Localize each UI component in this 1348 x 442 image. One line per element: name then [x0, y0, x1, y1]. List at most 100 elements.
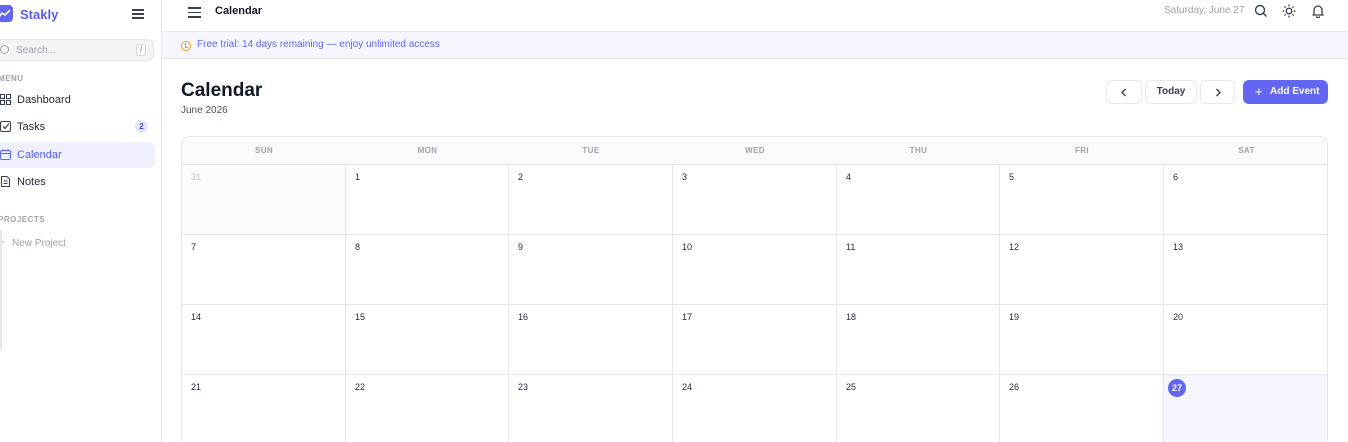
day-number: 5 — [1009, 172, 1015, 182]
day-number: 13 — [1173, 242, 1184, 252]
add-event-button[interactable]: + Add Event — [1243, 80, 1328, 104]
chevron-right-icon — [1215, 88, 1221, 97]
sidebar-toggle-icon[interactable] — [132, 9, 144, 19]
logo-icon — [0, 5, 13, 22]
day-number: 27 — [1168, 379, 1186, 397]
day-number: 24 — [682, 382, 693, 392]
search-shortcut: / — [136, 44, 146, 56]
day-number: 21 — [191, 382, 202, 392]
day-cell[interactable]: 12 — [1000, 235, 1164, 305]
tasks-count-badge: 2 — [135, 120, 148, 133]
projects-section-label: PROJECTS — [0, 215, 46, 224]
day-cell[interactable]: 13 — [1164, 235, 1327, 305]
day-cell[interactable]: 24 — [673, 375, 837, 442]
day-number: 9 — [518, 242, 524, 252]
sidebar-item-notes[interactable]: Notes — [0, 169, 155, 195]
day-number: 23 — [518, 382, 529, 392]
day-cell[interactable]: 19 — [1000, 305, 1164, 375]
brand-name[interactable]: Stakly — [20, 7, 58, 22]
notes-icon — [1, 176, 10, 187]
day-number: 10 — [682, 242, 693, 252]
current-month: June 2026 — [181, 105, 228, 116]
menu-icon[interactable] — [188, 7, 201, 18]
clock-icon — [181, 41, 191, 51]
day-number: 31 — [191, 172, 202, 182]
day-cell[interactable]: 4 — [837, 165, 1000, 235]
day-cell[interactable]: 22 — [346, 375, 509, 442]
day-cell[interactable]: 1 — [346, 165, 509, 235]
day-cell[interactable]: 10 — [673, 235, 837, 305]
search-placeholder: Search... — [16, 45, 57, 56]
search-input[interactable]: Search... / — [0, 39, 154, 61]
day-number: 2 — [518, 172, 524, 182]
day-number: 20 — [1173, 312, 1184, 322]
day-cell[interactable]: 26 — [1000, 375, 1164, 442]
day-cell[interactable]: 9 — [509, 235, 673, 305]
weekday-mon: MON — [417, 146, 438, 155]
previous-month-button[interactable] — [1106, 80, 1142, 104]
sidebar-item-label: Calendar — [17, 149, 62, 161]
sidebar-item-tasks[interactable]: Tasks 2 — [0, 114, 155, 140]
plus-icon: + — [1255, 84, 1263, 99]
notifications-bell-icon[interactable] — [1311, 4, 1325, 18]
sidebar-item-label: Tasks — [17, 121, 46, 133]
day-cell[interactable]: 2 — [509, 165, 673, 235]
sidebar: Stakly Search... / MENU Dashboard Tasks … — [0, 0, 162, 442]
page-title: Calendar — [181, 80, 263, 101]
sidebar-item-calendar[interactable]: Calendar — [0, 142, 155, 168]
day-cell[interactable]: 31 — [182, 165, 346, 235]
day-number: 22 — [355, 382, 366, 392]
day-cell[interactable]: 16 — [509, 305, 673, 375]
sidebar-item-label: Notes — [17, 176, 46, 188]
search-icon[interactable] — [1254, 4, 1268, 18]
day-number: 17 — [682, 312, 693, 322]
menu-section-label: MENU — [0, 74, 24, 83]
calendar-grid: SUN MON TUE WED THU FRI SAT 31 1 2 3 4 5 6 7 8 9 10 11 12 1… — [181, 136, 1328, 442]
new-project-button[interactable]: + New Project — [0, 235, 66, 249]
next-month-button[interactable] — [1200, 80, 1235, 104]
day-cell[interactable]: 3 — [673, 165, 837, 235]
chevron-left-icon — [1121, 88, 1126, 97]
trial-banner-text[interactable]: Free trial: 14 days remaining — enjoy un… — [197, 39, 440, 50]
day-number: 15 — [355, 312, 366, 322]
day-cell[interactable]: 25 — [837, 375, 1000, 442]
add-event-label: Add Event — [1270, 86, 1320, 97]
day-number: 8 — [355, 242, 361, 252]
day-cell[interactable]: 8 — [346, 235, 509, 305]
weekday-wed: WED — [745, 146, 765, 155]
day-cell-today[interactable]: 27 — [1164, 375, 1327, 442]
day-cell[interactable]: 15 — [346, 305, 509, 375]
day-cell[interactable]: 14 — [182, 305, 346, 375]
day-cell[interactable]: 21 — [182, 375, 346, 442]
day-number: 11 — [846, 242, 856, 252]
day-cell[interactable]: 18 — [837, 305, 1000, 375]
day-number: 25 — [846, 382, 857, 392]
day-cell[interactable]: 23 — [509, 375, 673, 442]
day-cell[interactable]: 17 — [673, 305, 837, 375]
sidebar-item-dashboard[interactable]: Dashboard — [0, 87, 155, 113]
new-project-label: New Project — [12, 238, 66, 249]
day-number: 6 — [1173, 172, 1179, 182]
weekday-sun: SUN — [254, 146, 274, 155]
day-cell[interactable]: 7 — [182, 235, 346, 305]
day-cell[interactable]: 20 — [1164, 305, 1327, 375]
trial-banner: Free trial: 14 days remaining — enjoy un… — [162, 32, 1348, 59]
top-bar: Calendar Saturday, June 27 — [162, 0, 1348, 32]
weekday-header: SUN MON TUE WED THU FRI SAT — [182, 137, 1327, 165]
day-number: 12 — [1009, 242, 1020, 252]
weekday-fri: FRI — [1074, 146, 1090, 155]
day-number: 16 — [518, 312, 529, 322]
search-icon — [0, 45, 9, 54]
current-date: Saturday, June 27 — [1164, 5, 1245, 16]
day-cell[interactable]: 11 — [837, 235, 1000, 305]
weekday-sat: SAT — [1238, 146, 1255, 155]
sidebar-item-label: Dashboard — [17, 94, 71, 106]
day-cell[interactable]: 5 — [1000, 165, 1164, 235]
day-number: 14 — [191, 312, 202, 322]
weekday-thu: THU — [909, 146, 928, 155]
theme-toggle-sun-icon[interactable] — [1282, 4, 1296, 18]
today-button[interactable]: Today — [1145, 80, 1197, 104]
day-cell[interactable]: 6 — [1164, 165, 1327, 235]
day-number: 18 — [846, 312, 857, 322]
calendar-icon — [0, 149, 11, 160]
